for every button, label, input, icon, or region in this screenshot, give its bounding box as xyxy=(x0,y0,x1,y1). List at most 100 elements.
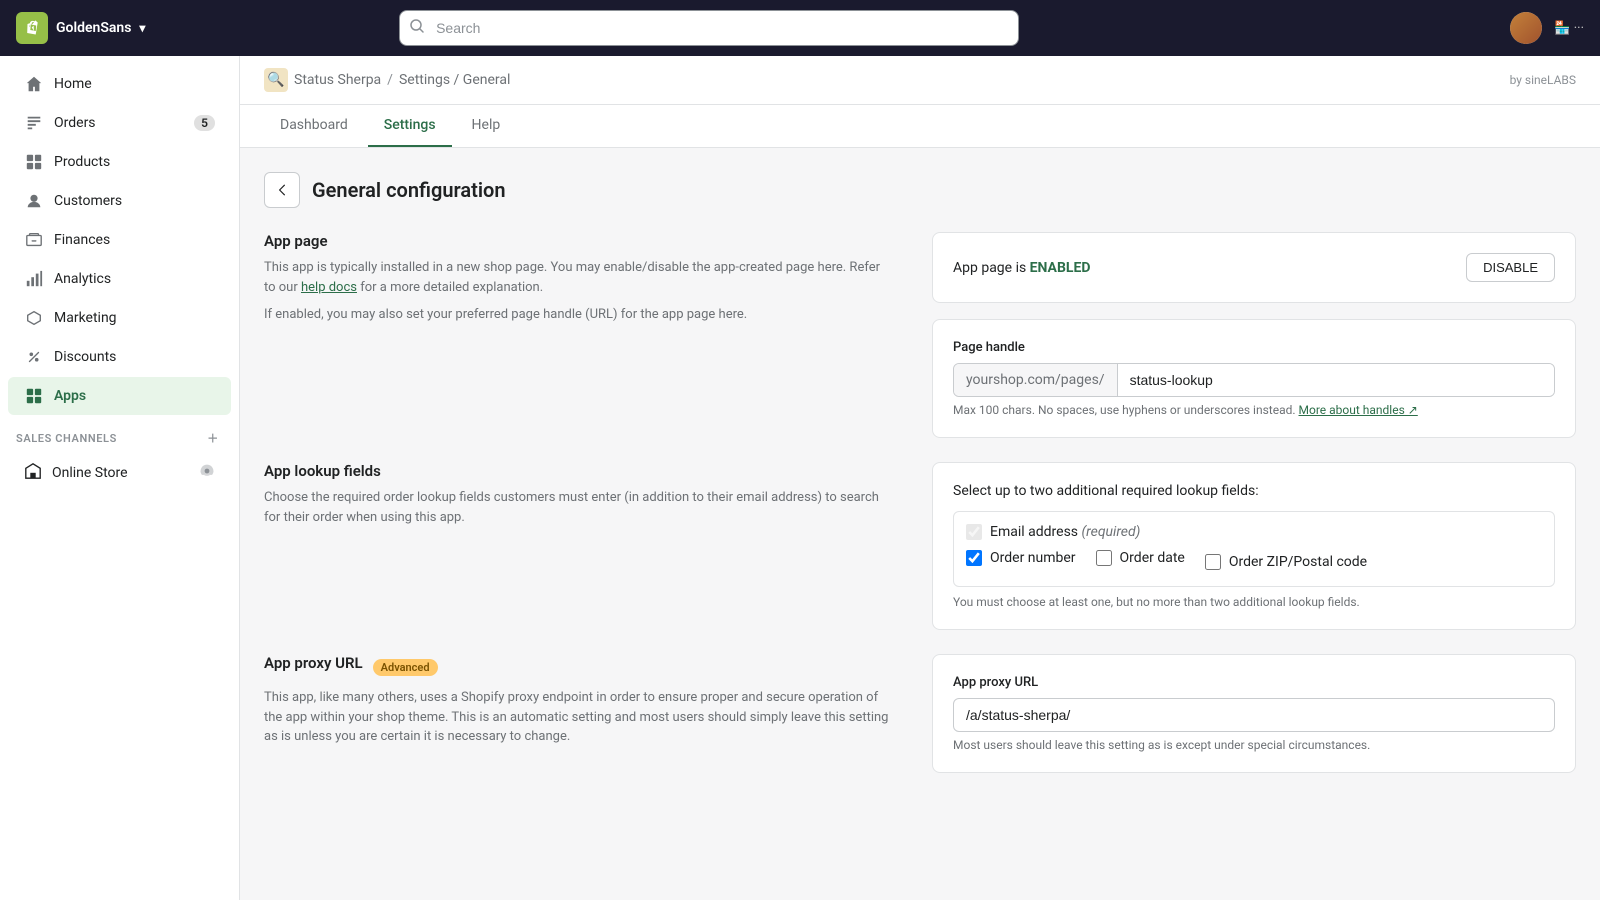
sidebar-item-apps[interactable]: Apps xyxy=(8,377,231,415)
sidebar-item-discounts[interactable]: Discounts xyxy=(8,338,231,376)
orders-icon xyxy=(24,113,44,133)
orders-badge: 5 xyxy=(194,115,215,131)
discounts-icon xyxy=(24,347,44,367)
sidebar-item-products[interactable]: Products xyxy=(8,143,231,181)
page-handle-input[interactable] xyxy=(1118,364,1554,396)
page-handle-prefix: yourshop.com/pages/ xyxy=(954,364,1118,396)
back-button[interactable] xyxy=(264,172,300,208)
page-handle-input-row: yourshop.com/pages/ xyxy=(953,363,1555,397)
app-page-status-row: App page is ENABLED DISABLE xyxy=(953,253,1555,282)
sidebar-item-finances[interactable]: Finances xyxy=(8,221,231,259)
app-page-title: App page xyxy=(264,232,892,250)
app-page-desc-text2: If enabled, you may also set your prefer… xyxy=(264,305,892,325)
advanced-badge: Advanced xyxy=(373,659,438,676)
sidebar-customers-label: Customers xyxy=(54,193,122,209)
order-zip-label: Order ZIP/Postal code xyxy=(1229,554,1367,570)
additional-checkboxes-row: Order number Order date Order ZIP/Postal… xyxy=(966,550,1542,574)
tab-settings[interactable]: Settings xyxy=(368,105,452,147)
help-docs-link[interactable]: help docs xyxy=(301,280,357,295)
sidebar-item-online-store[interactable]: Online Store xyxy=(8,453,231,493)
app-page-description: App page This app is typically installed… xyxy=(264,232,908,438)
email-required-label: (required) xyxy=(1082,524,1141,540)
sidebar-item-analytics[interactable]: Analytics xyxy=(8,260,231,298)
sidebar-orders-label: Orders xyxy=(54,115,96,131)
app-proxy-title: App proxy URL xyxy=(264,654,363,672)
app-proxy-desc: This app, like many others, uses a Shopi… xyxy=(264,688,892,747)
shopify-logo-icon xyxy=(16,12,48,44)
checkbox-email: Email address (required) xyxy=(966,524,1542,540)
search-bar xyxy=(399,10,1019,46)
sales-channels-section-label: SALES CHANNELS ＋ xyxy=(0,416,239,452)
more-about-handles-link[interactable]: More about handles ↗ xyxy=(1299,403,1418,417)
top-bar-store-text: 🏪 ··· xyxy=(1554,21,1584,36)
main-content: 🔍 Status Sherpa / Settings / General by … xyxy=(240,56,1600,900)
sidebar: Home Orders 5 Products xyxy=(0,56,240,900)
sidebar-discounts-label: Discounts xyxy=(54,349,116,365)
page-title-row: General configuration xyxy=(264,172,1576,208)
page-handle-hint: Max 100 chars. No spaces, use hyphens or… xyxy=(953,403,1555,417)
sidebar-apps-label: Apps xyxy=(54,388,86,404)
order-zip-checkbox[interactable] xyxy=(1205,554,1221,570)
analytics-icon xyxy=(24,269,44,289)
lookup-fields-box: Email address (required) Order number Or… xyxy=(953,511,1555,587)
breadcrumb-path: Settings / General xyxy=(399,72,510,88)
online-store-label: Online Store xyxy=(52,465,189,481)
app-proxy-card: App proxy URL Most users should leave th… xyxy=(932,654,1576,773)
online-store-icon xyxy=(24,462,42,484)
lookup-note: You must choose at least one, but no mor… xyxy=(953,595,1555,609)
breadcrumb-app-name: Status Sherpa xyxy=(294,72,381,88)
home-icon xyxy=(24,74,44,94)
tabs-bar: Dashboard Settings Help xyxy=(240,105,1600,148)
online-store-action-icon xyxy=(199,463,215,483)
apps-icon xyxy=(24,386,44,406)
sidebar-item-home[interactable]: Home xyxy=(8,65,231,103)
app-proxy-title-row: App proxy URL Advanced xyxy=(264,654,892,680)
disable-button[interactable]: DISABLE xyxy=(1466,253,1555,282)
avatar-image xyxy=(1510,12,1542,44)
store-name-label: GoldenSans xyxy=(56,20,131,36)
sidebar-item-marketing[interactable]: Marketing xyxy=(8,299,231,337)
sidebar-home-label: Home xyxy=(54,76,92,92)
add-sales-channel-button[interactable]: ＋ xyxy=(203,428,223,448)
breadcrumb: 🔍 Status Sherpa / Settings / General xyxy=(264,68,510,92)
sidebar-nav: Home Orders 5 Products xyxy=(0,56,239,502)
store-logo[interactable]: GoldenSans ▾ xyxy=(16,12,145,44)
page-title: General configuration xyxy=(312,178,506,202)
checkbox-order-date: Order date xyxy=(1096,550,1185,566)
app-lookup-title: App lookup fields xyxy=(264,462,892,480)
app-icon: 🔍 xyxy=(264,68,288,92)
tab-dashboard[interactable]: Dashboard xyxy=(264,105,364,147)
sidebar-analytics-label: Analytics xyxy=(54,271,111,287)
page-handle-label: Page handle xyxy=(953,340,1555,355)
email-label: Email address (required) xyxy=(990,524,1140,540)
status-text: App page is ENABLED xyxy=(953,260,1090,276)
sidebar-finances-label: Finances xyxy=(54,232,110,248)
sidebar-item-orders[interactable]: Orders 5 xyxy=(8,104,231,142)
order-number-checkbox[interactable] xyxy=(966,550,982,566)
app-page-section: App page This app is typically installed… xyxy=(264,232,1576,438)
products-icon xyxy=(24,152,44,172)
order-date-checkbox[interactable] xyxy=(1096,550,1112,566)
status-enabled-label: ENABLED xyxy=(1030,260,1091,276)
app-proxy-input[interactable] xyxy=(953,698,1555,732)
sidebar-item-customers[interactable]: Customers xyxy=(8,182,231,220)
checkbox-order-number: Order number xyxy=(966,550,1076,566)
marketing-icon xyxy=(24,308,44,328)
finances-icon xyxy=(24,230,44,250)
checkbox-order-zip: Order ZIP/Postal code xyxy=(1205,554,1367,570)
breadcrumb-sep: / xyxy=(387,72,393,88)
tab-help[interactable]: Help xyxy=(456,105,517,147)
search-input[interactable] xyxy=(399,10,1019,46)
content-area: General configuration App page This app … xyxy=(240,148,1600,821)
top-bar-right: 🏪 ··· xyxy=(1510,12,1584,44)
email-checkbox xyxy=(966,524,982,540)
app-lookup-description: App lookup fields Choose the required or… xyxy=(264,462,908,630)
order-date-label: Order date xyxy=(1120,550,1185,566)
order-number-label: Order number xyxy=(990,550,1076,566)
by-label: by sineLABS xyxy=(1510,73,1576,87)
store-chevron-icon: ▾ xyxy=(139,21,145,35)
app-lookup-section: App lookup fields Choose the required or… xyxy=(264,462,1576,630)
app-lookup-desc: Choose the required order lookup fields … xyxy=(264,488,892,527)
avatar xyxy=(1510,12,1542,44)
customers-icon xyxy=(24,191,44,211)
